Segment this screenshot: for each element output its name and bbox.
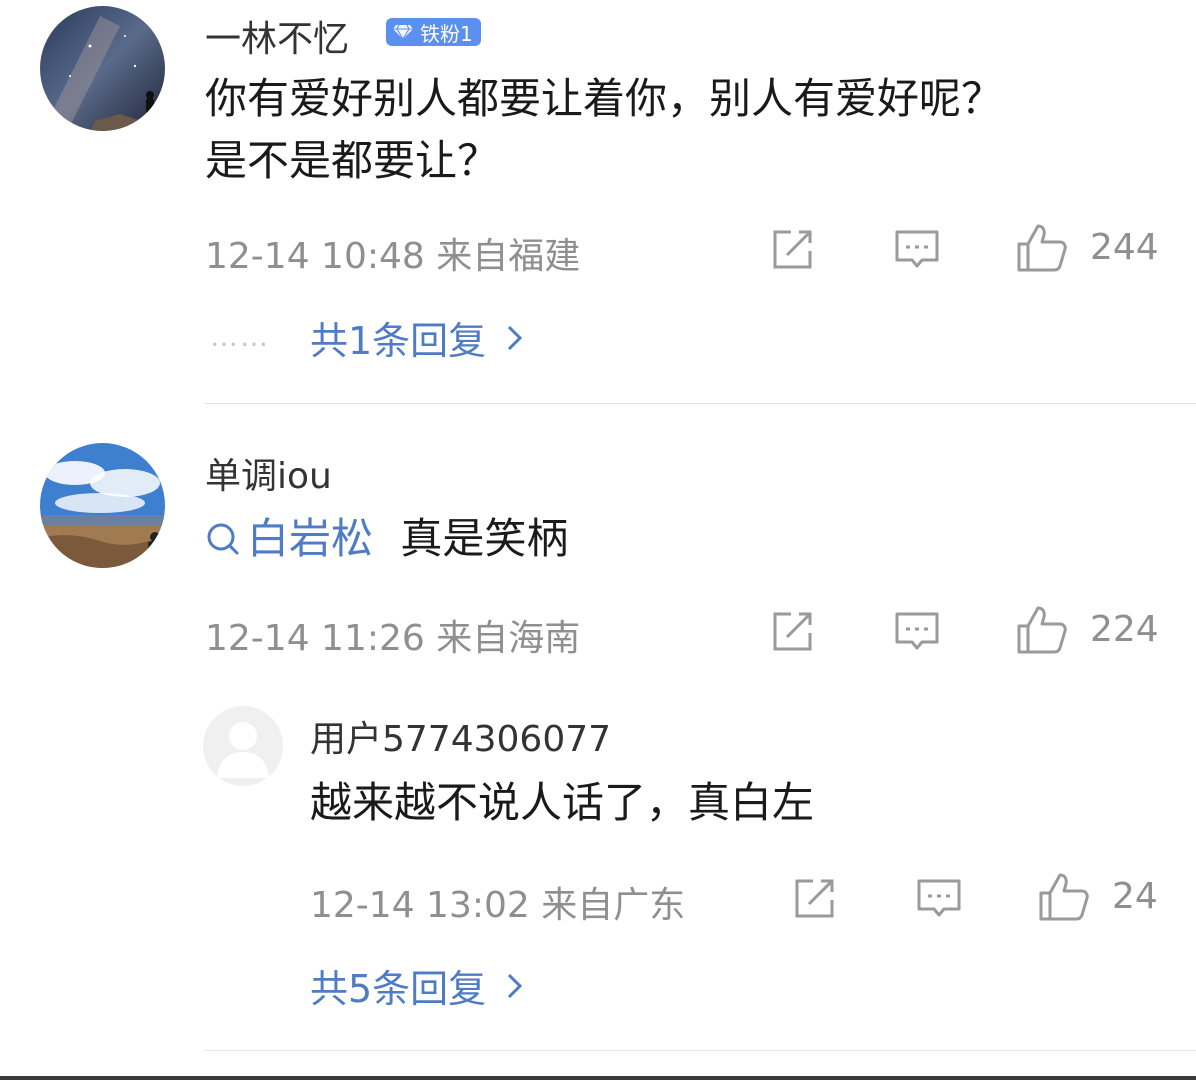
share-button[interactable]: [768, 226, 816, 274]
share-icon: [795, 879, 834, 918]
location: 来自福建: [436, 236, 581, 277]
fan-badge: 铁粉1: [386, 18, 481, 46]
like-icon: [1039, 873, 1089, 921]
share-button[interactable]: [790, 875, 838, 923]
comment-button[interactable]: [892, 608, 942, 656]
like-count: 244: [1090, 227, 1159, 268]
replies-label: 共1条回复: [310, 319, 487, 363]
username[interactable]: 单调iou: [205, 447, 332, 499]
view-replies-link[interactable]: 共1条回复: [310, 310, 524, 365]
comment-divider: [205, 403, 1196, 404]
badge-label: 铁粉1: [420, 21, 473, 46]
timestamp: 12-14 10:48: [205, 236, 425, 277]
share-icon: [773, 612, 812, 651]
like-count: 224: [1090, 609, 1159, 650]
like-count: 24: [1112, 876, 1158, 917]
comment-icon: [895, 612, 939, 650]
chevron-right-icon: [508, 973, 523, 998]
username[interactable]: 一林不忆: [205, 10, 349, 62]
avatar-user-2[interactable]: [40, 443, 165, 568]
view-replies-link[interactable]: 共5条回复: [310, 958, 524, 1013]
comment-icon: [917, 879, 961, 917]
like-button[interactable]: [1015, 604, 1069, 656]
comment-time: 12-14 11:26 来自海南: [205, 609, 580, 661]
comment-text: 白岩松 真是笑柄: [205, 508, 568, 570]
location: 来自广东: [541, 885, 686, 926]
like-button[interactable]: [1015, 222, 1069, 274]
avatar-user-1[interactable]: [40, 6, 165, 131]
share-icon: [773, 230, 812, 269]
comment-text-line-2: 是不是都要让？: [205, 136, 500, 185]
comment-divider: [205, 1050, 1196, 1051]
topic-link[interactable]: 白岩松: [205, 514, 386, 563]
replies-label: 共5条回复: [310, 967, 487, 1011]
timestamp: 12-14 13:02: [310, 885, 530, 926]
timestamp: 12-14 11:26: [205, 618, 425, 659]
comment-time: 12-14 10:48 来自福建: [205, 227, 580, 279]
chevron-right-icon: [508, 325, 523, 350]
comment-button[interactable]: [914, 875, 964, 923]
location: 来自海南: [436, 618, 581, 659]
comment-icon: [895, 230, 939, 268]
reply-time: 12-14 13:02 来自广东: [310, 876, 685, 928]
search-icon: [207, 523, 239, 555]
like-icon: [1017, 224, 1067, 272]
avatar-reply-user[interactable]: [203, 706, 283, 786]
diamond-icon: [393, 24, 413, 40]
reply-username[interactable]: 用户5774306077: [310, 710, 611, 762]
comment-text-line-1: 你有爱好别人都要让着你，别人有爱好呢？: [205, 74, 1004, 123]
comment-button[interactable]: [892, 226, 942, 274]
share-button[interactable]: [768, 608, 816, 656]
comment-body: 真是笑柄: [400, 514, 569, 563]
reply-text: 越来越不说人话了，真白左: [310, 778, 815, 827]
reply-dots: ……: [210, 320, 270, 353]
like-button[interactable]: [1037, 871, 1091, 923]
like-icon: [1017, 606, 1067, 654]
bottom-edge: [0, 1076, 1196, 1080]
topic-label: 白岩松: [247, 514, 374, 563]
